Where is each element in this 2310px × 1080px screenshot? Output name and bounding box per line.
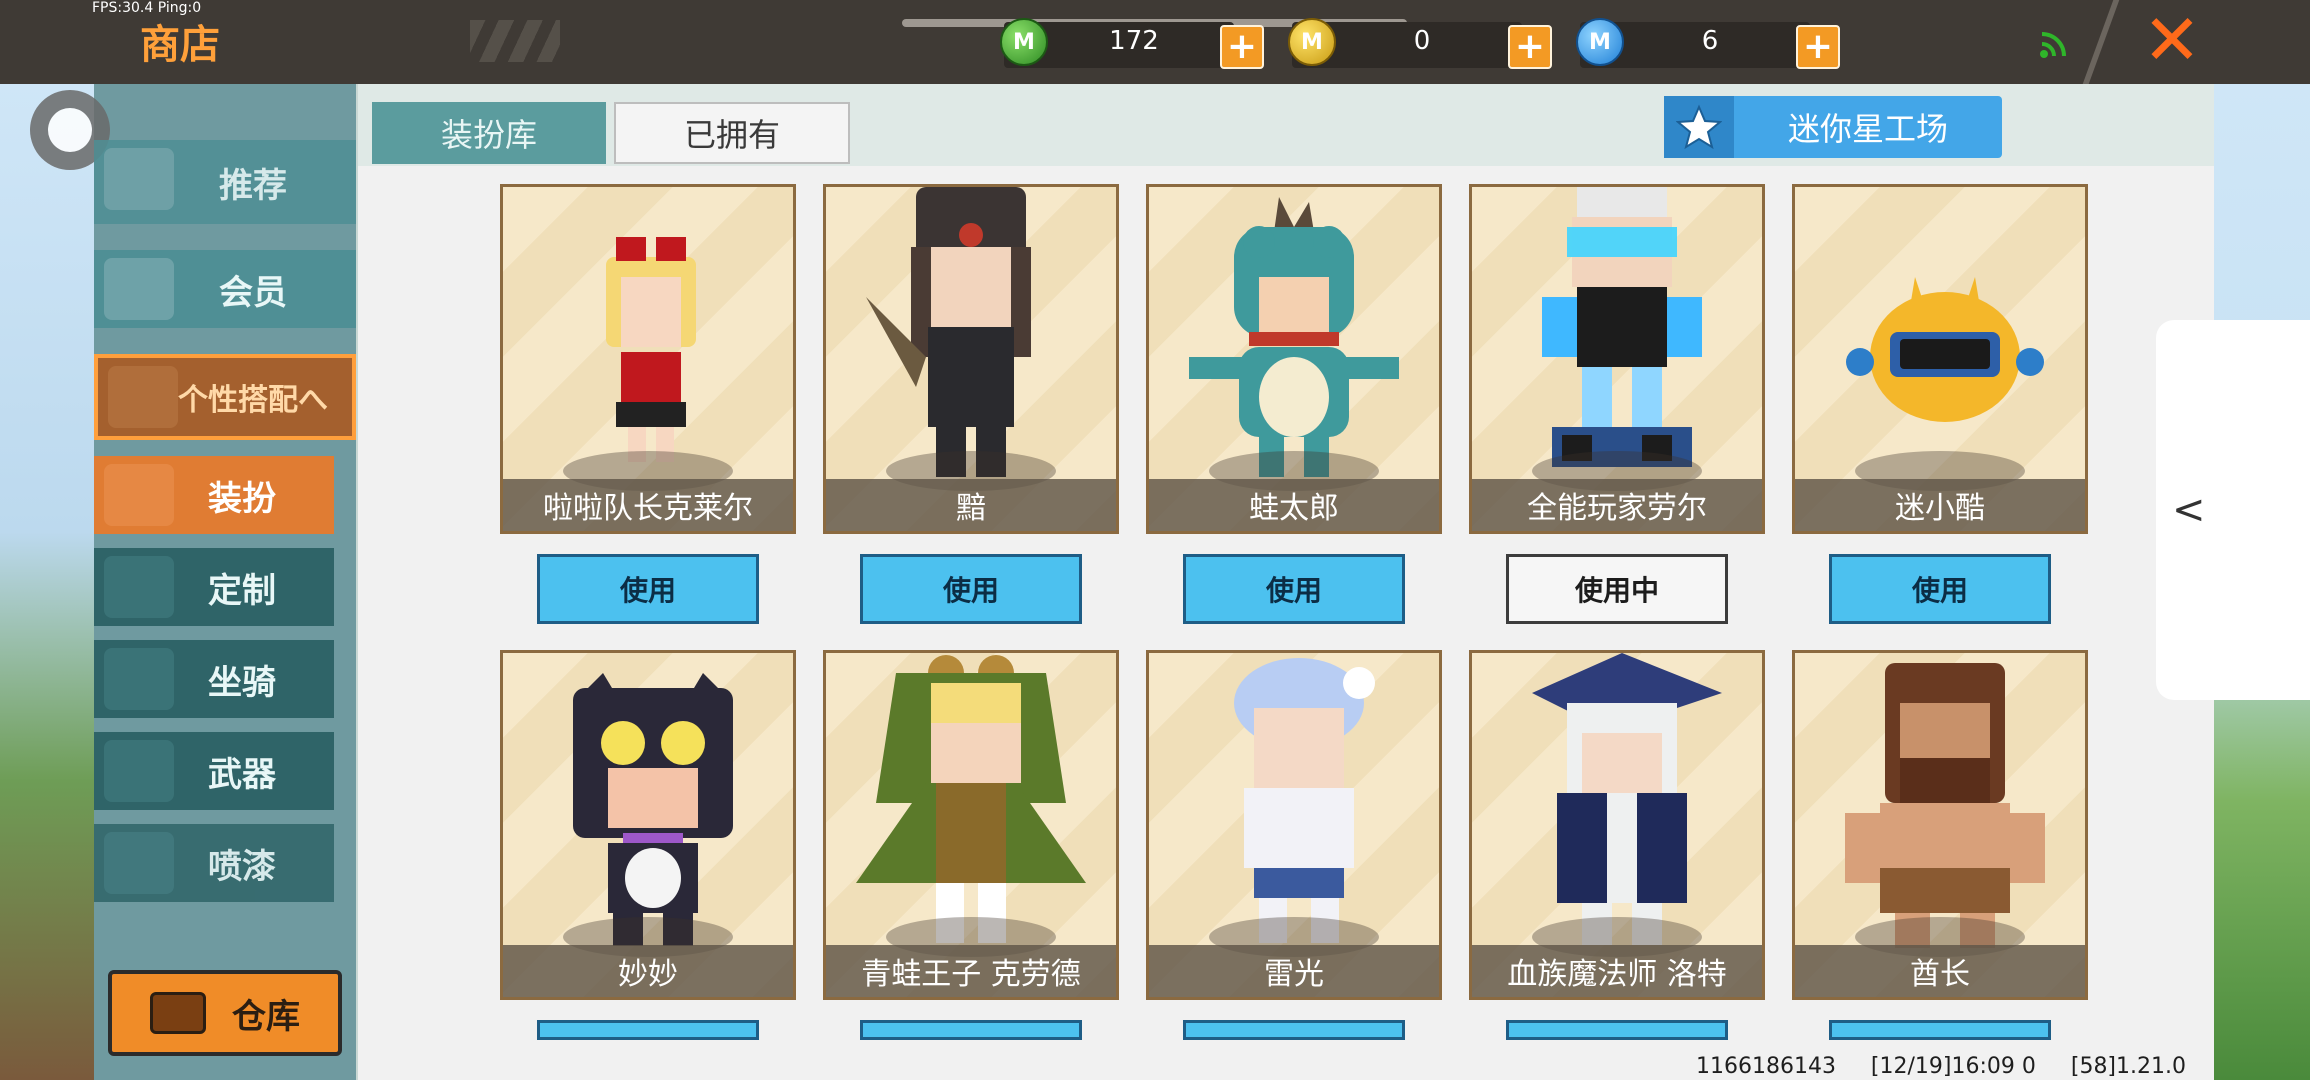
sidebar-item-spray[interactable]: 喷漆 <box>94 824 334 902</box>
chest-icon <box>150 992 206 1034</box>
character-an-figure <box>866 187 1031 477</box>
costume-name: 血族魔法师 洛特 <box>1472 945 1762 997</box>
character-frog-prince-figure <box>856 655 1086 943</box>
costume-card[interactable]: 酋长 <box>1792 650 2088 1000</box>
coin-letter: M <box>1013 29 1035 55</box>
sidebar-item-custom[interactable]: 定制 <box>94 548 334 626</box>
sidebar-item-label: 定制 <box>208 570 276 611</box>
coin-letter: M <box>1301 29 1323 55</box>
character-mini-cool-figure <box>1846 277 2044 422</box>
member-icon <box>104 258 174 320</box>
gun-icon <box>104 740 174 802</box>
costume-card[interactable]: 啦啦队长克莱尔 <box>500 184 796 534</box>
sidebar-item-recommend[interactable]: 推荐 <box>94 140 356 224</box>
thumbs-up-icon <box>104 148 174 210</box>
trophy-icon <box>108 366 178 428</box>
use-button[interactable]: 使用 <box>860 554 1082 624</box>
costume-name: 酋长 <box>1795 945 2085 997</box>
game-background-left <box>0 84 100 1080</box>
chevron-left-icon: < <box>2172 487 2206 533</box>
spray-can-icon <box>104 832 174 894</box>
character-thunder-figure <box>1234 658 1375 943</box>
sidebar-item-mount[interactable]: 坐骑 <box>94 640 334 718</box>
character-cheerleader-figure <box>606 237 696 462</box>
mount-icon <box>104 648 174 710</box>
shirt-icon <box>104 464 174 526</box>
currency-value-gold: 0 <box>1413 26 1431 56</box>
star-icon <box>1664 96 1734 158</box>
add-gold-currency-button[interactable]: + <box>1508 25 1552 69</box>
costume-card[interactable]: 血族魔法师 洛特 <box>1469 650 1765 1000</box>
close-icon[interactable]: ✕ <box>2140 5 2204 75</box>
costume-card[interactable]: 全能玩家劳尔 <box>1469 184 1765 534</box>
sidebar-item-costume[interactable]: 装扮 <box>94 456 334 534</box>
sidebar-item-label: 装扮 <box>208 478 276 519</box>
costume-name: 雷光 <box>1149 945 1439 997</box>
sidebar-item-member[interactable]: 会员 <box>94 250 356 328</box>
pencil-icon <box>104 556 174 618</box>
use-button[interactable] <box>537 1020 759 1040</box>
costume-card[interactable]: 黯 <box>823 184 1119 534</box>
use-button[interactable]: 使用 <box>1829 554 2051 624</box>
currency-value-green: 172 <box>1109 26 1159 56</box>
blue-m-coin-icon: M <box>1576 18 1624 66</box>
currency-value-blue: 6 <box>1701 26 1719 56</box>
decorative-stripes <box>470 20 560 62</box>
use-button[interactable] <box>1829 1020 2051 1040</box>
sidebar-item-label: 推荐 <box>219 165 287 206</box>
version-info: 1166186143 [12/19]16:09 0 [58]1.21.0 <box>1696 1054 2186 1079</box>
green-m-coin-icon: M <box>1000 18 1048 66</box>
mini-star-workshop-button[interactable]: 迷你星工场 <box>1664 96 2002 158</box>
character-allround-player-figure <box>1542 187 1702 467</box>
use-button[interactable]: 使用 <box>1183 554 1405 624</box>
costume-name: 妙妙 <box>503 945 793 997</box>
sidebar-item-label: 武器 <box>208 754 276 795</box>
costume-card[interactable]: 迷小酷 <box>1792 184 2088 534</box>
costume-card[interactable]: 妙妙 <box>500 650 796 1000</box>
add-green-currency-button[interactable]: + <box>1220 25 1264 69</box>
wifi-signal-icon <box>2038 30 2074 64</box>
in-use-button[interactable]: 使用中 <box>1506 554 1728 624</box>
sidebar-item-label: 喷漆 <box>208 846 276 887</box>
costume-name: 青蛙王子 克劳德 <box>826 945 1116 997</box>
warehouse-label: 仓库 <box>232 996 300 1037</box>
costume-name: 啦啦队长克莱尔 <box>503 479 793 531</box>
use-button[interactable] <box>1183 1020 1405 1040</box>
costume-card[interactable]: 青蛙王子 克劳德 <box>823 650 1119 1000</box>
use-button[interactable]: 使用 <box>537 554 759 624</box>
use-button[interactable] <box>860 1020 1082 1040</box>
character-chief-figure <box>1845 663 2045 948</box>
add-blue-currency-button[interactable]: + <box>1796 25 1840 69</box>
costume-name: 蛙太郎 <box>1149 479 1439 531</box>
floating-circle-icon <box>48 108 92 152</box>
character-frog-taro-figure <box>1189 197 1399 477</box>
costume-name: 迷小酷 <box>1795 479 2085 531</box>
use-button[interactable] <box>1506 1020 1728 1040</box>
sidebar-item-weapon[interactable]: 武器 <box>94 732 334 810</box>
costume-card[interactable]: 蛙太郎 <box>1146 184 1442 534</box>
gold-m-coin-icon: M <box>1288 18 1336 66</box>
page-title: 商店 <box>140 22 220 68</box>
side-drawer-tab[interactable]: < <box>2156 320 2310 700</box>
tab-owned[interactable]: 已拥有 <box>614 102 850 164</box>
sidebar-item-label: 会员 <box>219 272 287 313</box>
sidebar-item-label: 个性搭配へ <box>178 383 328 418</box>
costume-card[interactable]: 雷光 <box>1146 650 1442 1000</box>
tab-costume-library[interactable]: 装扮库 <box>372 102 606 164</box>
warehouse-button[interactable]: 仓库 <box>108 970 342 1056</box>
sidebar-item-label: 坐骑 <box>208 662 276 703</box>
costume-name: 全能玩家劳尔 <box>1472 479 1762 531</box>
costume-name: 黯 <box>826 479 1116 531</box>
character-miaomiao-figure <box>573 673 733 946</box>
sidebar-group-personalize[interactable]: 个性搭配へ <box>94 354 356 440</box>
character-vampire-mage-figure <box>1532 653 1722 945</box>
coin-letter: M <box>1589 29 1611 55</box>
workshop-label: 迷你星工场 <box>1787 110 1948 148</box>
